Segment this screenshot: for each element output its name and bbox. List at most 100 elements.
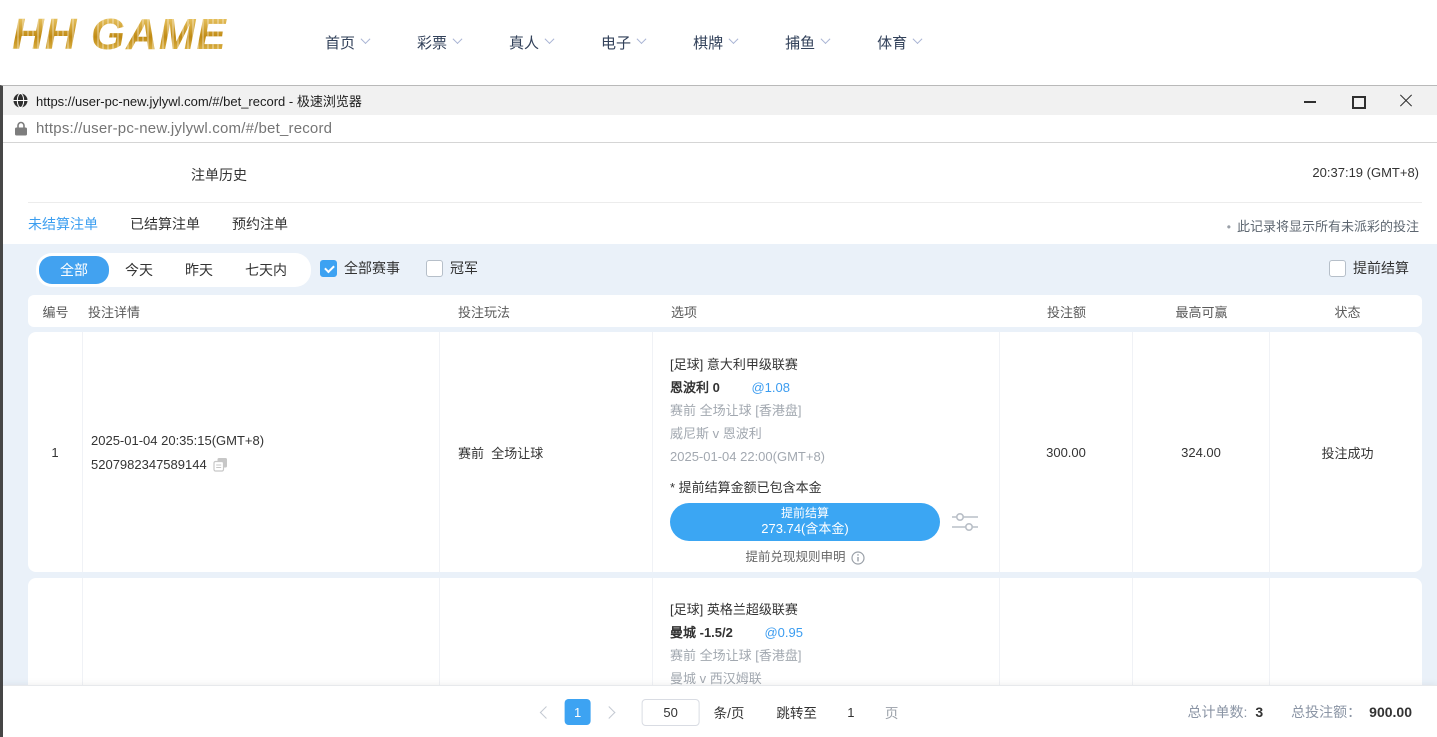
divider (28, 202, 1422, 203)
date-filter-all[interactable]: 全部 (39, 256, 109, 284)
url-text: https://user-pc-new.jylywl.com/#/bet_rec… (36, 120, 332, 137)
nav-label: 彩票 (417, 32, 447, 53)
nav-item-home[interactable]: 首页 (325, 32, 369, 53)
nav-item-cards[interactable]: 棋牌 (693, 32, 737, 53)
checkbox-champion[interactable]: 冠军 (426, 258, 478, 278)
main-nav: 首页 彩票 真人 电子 棋牌 捕鱼 体育 (325, 0, 921, 85)
chevron-down-icon (637, 34, 647, 44)
window-title: https://user-pc-new.jylywl.com/#/bet_rec… (36, 91, 362, 110)
cell-bet-detail: 2025-01-04 20:35:15(GMT+8) 5207982347589… (83, 332, 440, 572)
chevron-down-icon (361, 34, 371, 44)
nav-item-slots[interactable]: 电子 (601, 32, 645, 53)
nav-label: 首页 (325, 32, 355, 53)
date-filter-group: 全部 今天 昨天 七天内 (36, 253, 311, 287)
tab-unsettled[interactable]: 未结算注单 (28, 214, 98, 234)
tab-settled[interactable]: 已结算注单 (130, 214, 200, 234)
table-footer: 1 条/页 跳转至 页 总计单数: 3 总投注额： 900.00 (3, 685, 1437, 737)
summary-totals: 总计单数: 3 总投注额： 900.00 (1187, 686, 1412, 737)
page-next-icon[interactable] (603, 706, 616, 719)
copy-icon[interactable] (213, 457, 228, 472)
page-prev-icon[interactable] (540, 706, 553, 719)
checkbox-all-events[interactable]: 全部赛事 (320, 258, 400, 278)
cashout-button-amount: 273.74(含本金) (670, 521, 940, 537)
jump-to-label: 跳转至 (776, 702, 817, 722)
cell-option: [足球] 意大利甲级联赛 恩波利 0 @1.08 赛前 全场让球 [香港盘] 威… (653, 332, 1000, 572)
browser-address-bar[interactable]: https://user-pc-new.jylywl.com/#/bet_rec… (3, 115, 1437, 143)
option-market: 赛前 全场让球 [香港盘] (670, 399, 999, 422)
col-header-amount: 投注额 (1000, 302, 1133, 321)
nav-item-live[interactable]: 真人 (509, 32, 553, 53)
record-tabs: 未结算注单 已结算注单 预约注单 (28, 214, 288, 234)
bet-time: 2025-01-04 20:35:15(GMT+8) (91, 433, 439, 448)
checkbox-label: 提前结算 (1353, 258, 1409, 278)
globe-icon (13, 93, 28, 108)
pagination: 1 条/页 跳转至 页 (542, 686, 899, 737)
close-icon[interactable] (1399, 94, 1413, 108)
cell-status: 投注成功 (1270, 332, 1422, 572)
option-odds: @1.08 (751, 380, 790, 395)
table-section: 全部 今天 昨天 七天内 全部赛事 冠军 (3, 244, 1437, 737)
checkbox-label: 冠军 (450, 258, 478, 278)
chevron-down-icon (453, 34, 463, 44)
window-controls (1303, 94, 1427, 108)
nav-item-fishing[interactable]: 捕鱼 (785, 32, 829, 53)
total-amount-value: 900.00 (1369, 704, 1412, 720)
checkbox-checked-icon (320, 260, 337, 277)
maximize-icon[interactable] (1351, 94, 1365, 108)
page-size-input[interactable] (642, 699, 700, 726)
nav-item-lottery[interactable]: 彩票 (417, 32, 461, 53)
option-selection: 曼城 -1.5/2 (670, 625, 733, 640)
option-match: 威尼斯 v 恩波利 (670, 422, 999, 445)
table-row: 1 2025-01-04 20:35:15(GMT+8) 52079823475… (28, 332, 1422, 572)
nav-label: 捕鱼 (785, 32, 815, 53)
page-number-current[interactable]: 1 (565, 699, 591, 725)
cell-play-type: 赛前 全场让球 (440, 332, 653, 572)
info-icon (851, 551, 865, 565)
order-id: 5207982347589144 (91, 457, 207, 472)
col-header-no: 编号 (28, 302, 83, 321)
option-market: 赛前 全场让球 [香港盘] (670, 644, 999, 667)
page-unit-label: 页 (885, 702, 899, 722)
browser-titlebar[interactable]: https://user-pc-new.jylywl.com/#/bet_rec… (3, 86, 1437, 115)
bet-record-page: 注单历史 20:37:19 (GMT+8) 未结算注单 已结算注单 预约注单 此… (3, 143, 1437, 737)
lock-icon (15, 121, 27, 136)
option-odds: @0.95 (764, 625, 803, 640)
cell-max-win: 324.00 (1133, 332, 1270, 572)
col-header-status: 状态 (1270, 302, 1422, 321)
date-filter-7days[interactable]: 七天内 (229, 256, 303, 284)
option-league: [足球] 意大利甲级联赛 (670, 353, 999, 376)
date-filter-yesterday[interactable]: 昨天 (169, 256, 229, 284)
cashout-button[interactable]: 提前结算 273.74(含本金) (670, 503, 940, 541)
checkbox-unchecked-icon (426, 260, 443, 277)
table-header-row: 编号 投注详情 投注玩法 选项 投注额 最高可赢 状态 (28, 295, 1422, 327)
col-header-option: 选项 (653, 302, 1000, 321)
nav-label: 真人 (509, 32, 539, 53)
option-selection: 恩波利 0 (670, 380, 720, 395)
current-time: 20:37:19 (GMT+8) (1312, 165, 1419, 180)
filter-bar: 全部 今天 昨天 七天内 全部赛事 冠军 (3, 253, 1437, 285)
cell-amount: 300.00 (1000, 332, 1133, 572)
sliders-icon[interactable] (950, 509, 980, 535)
col-header-play: 投注玩法 (440, 302, 653, 321)
browser-window: https://user-pc-new.jylywl.com/#/bet_rec… (0, 85, 1437, 737)
chevron-down-icon (821, 34, 831, 44)
cashout-note: * 提前结算金额已包含本金 (670, 476, 999, 499)
brand-logo[interactable]: HH GAME (12, 10, 227, 60)
tab-reserved[interactable]: 预约注单 (232, 214, 288, 234)
col-header-detail: 投注详情 (83, 302, 440, 321)
total-amount-label: 总投注额： (1291, 702, 1361, 722)
per-page-label: 条/页 (714, 702, 745, 722)
minimize-icon[interactable] (1303, 94, 1317, 108)
jump-page-input[interactable] (831, 699, 871, 725)
date-filter-today[interactable]: 今天 (109, 256, 169, 284)
cashout-rule-link[interactable]: 提前兑现规则申明 (670, 546, 940, 569)
checkbox-unchecked-icon (1329, 260, 1346, 277)
checkbox-early-settle[interactable]: 提前结算 (1329, 258, 1409, 278)
chevron-down-icon (729, 34, 739, 44)
bet-table: 编号 投注详情 投注玩法 选项 投注额 最高可赢 状态 1 2025-01-04… (28, 295, 1422, 737)
nav-label: 棋牌 (693, 32, 723, 53)
cashout-rule-text: 提前兑现规则申明 (745, 546, 845, 569)
total-count-value: 3 (1255, 704, 1263, 720)
nav-item-sports[interactable]: 体育 (877, 32, 921, 53)
brand-logo-text: HH GAME (12, 10, 227, 59)
